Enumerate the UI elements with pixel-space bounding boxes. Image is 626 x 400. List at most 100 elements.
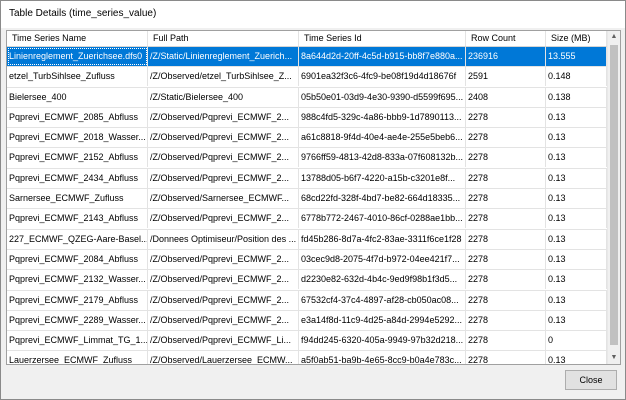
cell-time-series-name[interactable]: etzel_TurbSihlsee_Zufluss [7, 67, 148, 87]
cell-time-series-name[interactable]: Lauerzersee_ECMWF_Zufluss [7, 351, 148, 364]
cell-size-mb[interactable]: 0.13 [546, 351, 607, 364]
cell-size-mb[interactable]: 0.13 [546, 290, 607, 310]
cell-size-mb[interactable]: 0.13 [546, 310, 607, 330]
table-row[interactable]: Pqprevi_ECMWF_2289_Wasser.../Z/Observed/… [7, 310, 607, 332]
cell-full-path[interactable]: /Z/Observed/Pqprevi_ECMWF_2... [148, 290, 299, 310]
table-row[interactable]: Lauerzersee_ECMWF_Zufluss/Z/Observed/Lau… [7, 351, 607, 364]
table-row[interactable]: Pqprevi_ECMWF_2152_Abfluss/Z/Observed/Pq… [7, 148, 607, 169]
cell-size-mb[interactable]: 0.13 [546, 249, 607, 269]
cell-time-series-name[interactable]: Pqprevi_ECMWF_2289_Wasser... [7, 310, 148, 330]
chevron-down-icon[interactable]: ▼ [608, 352, 620, 364]
cell-time-series-name[interactable]: Pqprevi_ECMWF_2018_Wasser... [7, 128, 148, 148]
cell-row-count[interactable]: 2278 [466, 189, 546, 209]
cell-time-series-id[interactable]: e3a14f8d-11c9-4d25-a84d-2994e5292... [299, 310, 466, 330]
cell-time-series-id[interactable]: 03cec9d8-2075-4f7d-b972-04ee421f7... [299, 249, 466, 269]
vertical-scrollbar[interactable]: ▲ ▼ [607, 31, 620, 364]
cell-full-path[interactable]: /Z/Observed/Pqprevi_ECMWF_2... [148, 209, 299, 229]
cell-full-path[interactable]: /Z/Observed/Pqprevi_ECMWF_Li... [148, 331, 299, 351]
table-row[interactable]: Pqprevi_ECMWF_2084_Abfluss/Z/Observed/Pq… [7, 249, 607, 271]
cell-time-series-id[interactable]: 9766ff59-4813-42d8-833a-07f608132b... [299, 148, 466, 168]
column-header-time-series-id[interactable]: Time Series Id [299, 31, 466, 46]
cell-row-count[interactable]: 2278 [466, 107, 546, 127]
cell-size-mb[interactable]: 13.555 [546, 47, 607, 66]
cell-full-path[interactable]: /Z/Observed/Lauerzersee_ECMW... [148, 351, 299, 364]
cell-time-series-id[interactable]: 6778b772-2467-4010-86cf-0288ae1bb... [299, 209, 466, 229]
cell-time-series-name[interactable]: Pqprevi_ECMWF_2132_Wasser... [7, 270, 148, 290]
cell-size-mb[interactable]: 0.13 [546, 148, 607, 168]
cell-size-mb[interactable]: 0 [546, 331, 607, 351]
cell-full-path[interactable]: /Donnees Optimiseur/Position des ... [148, 229, 299, 249]
cell-row-count[interactable]: 2278 [466, 351, 546, 364]
cell-full-path[interactable]: /Z/Observed/Pqprevi_ECMWF_2... [148, 128, 299, 148]
cell-row-count[interactable]: 2591 [466, 67, 546, 87]
cell-row-count[interactable]: 2278 [466, 249, 546, 269]
cell-size-mb[interactable]: 0.148 [546, 67, 607, 87]
cell-full-path[interactable]: /Z/Static/Bielersee_400 [148, 87, 299, 107]
cell-time-series-id[interactable]: 67532cf4-37c4-4897-af28-cb050ac08... [299, 290, 466, 310]
cell-time-series-name[interactable]: Bielersee_400 [7, 87, 148, 107]
column-header-full-path[interactable]: Full Path [148, 31, 299, 46]
cell-time-series-id[interactable]: f94dd245-6320-405a-9949-97b32d218... [299, 331, 466, 351]
cell-size-mb[interactable]: 0.13 [546, 229, 607, 249]
table-row[interactable]: Linienreglement_Zuerichsee.dfs0/Z/Static… [7, 47, 607, 68]
cell-time-series-id[interactable]: 6901ea32f3c6-4fc9-be08f19d4d18676f [299, 67, 466, 87]
cell-row-count[interactable]: 2278 [466, 168, 546, 188]
cell-full-path[interactable]: /Z/Observed/Pqprevi_ECMWF_2... [148, 310, 299, 330]
cell-row-count[interactable]: 236916 [466, 47, 546, 66]
scrollbar-thumb[interactable] [610, 45, 618, 345]
cell-size-mb[interactable]: 0.13 [546, 209, 607, 229]
cell-time-series-name[interactable]: Pqprevi_ECMWF_2179_Abfluss [7, 290, 148, 310]
cell-time-series-name[interactable]: Pqprevi_ECMWF_2152_Abfluss [7, 148, 148, 168]
table-row[interactable]: etzel_TurbSihlsee_Zufluss/Z/Observed/etz… [7, 67, 607, 88]
cell-time-series-id[interactable]: a5f0ab51-ba9b-4e65-8cc9-b0a4e783c... [299, 351, 466, 364]
cell-size-mb[interactable]: 0.13 [546, 270, 607, 290]
cell-row-count[interactable]: 2408 [466, 87, 546, 107]
cell-size-mb[interactable]: 0.13 [546, 168, 607, 188]
cell-row-count[interactable]: 2278 [466, 290, 546, 310]
cell-row-count[interactable]: 2278 [466, 148, 546, 168]
table-row[interactable]: Pqprevi_ECMWF_2132_Wasser.../Z/Observed/… [7, 270, 607, 291]
column-header-size-mb[interactable]: Size (MB) [546, 31, 607, 46]
cell-time-series-id[interactable]: d2230e82-632d-4b4c-9ed9f98b1f3d5... [299, 270, 466, 290]
chevron-up-icon[interactable]: ▲ [608, 31, 620, 43]
cell-time-series-id[interactable]: 8a644d2d-20ff-4c5d-b915-bb8f7e880a... [299, 47, 466, 66]
cell-full-path[interactable]: /Z/Observed/Pqprevi_ECMWF_2... [148, 270, 299, 290]
cell-row-count[interactable]: 2278 [466, 209, 546, 229]
cell-time-series-name[interactable]: Sarnersee_ECMWF_Zufluss [7, 189, 148, 209]
cell-time-series-name[interactable]: Pqprevi_ECMWF_2143_Abfluss [7, 209, 148, 229]
cell-time-series-name[interactable]: Pqprevi_ECMWF_2434_Abfluss [7, 168, 148, 188]
cell-full-path[interactable]: /Z/Observed/Pqprevi_ECMWF_2... [148, 249, 299, 269]
cell-row-count[interactable]: 2278 [466, 270, 546, 290]
cell-size-mb[interactable]: 0.13 [546, 189, 607, 209]
table-row[interactable]: Pqprevi_ECMWF_2085_Abfluss/Z/Observed/Pq… [7, 107, 607, 129]
cell-row-count[interactable]: 2278 [466, 229, 546, 249]
table-row[interactable]: Bielersee_400/Z/Static/Bielersee_400 05b5… [7, 87, 607, 108]
cell-time-series-id[interactable]: 68cd22fd-328f-4bd7-be82-664d18335... [299, 189, 466, 209]
table-row[interactable]: Pqprevi_ECMWF_2018_Wasser.../Z/Observed/… [7, 128, 607, 149]
cell-time-series-name[interactable]: Linienreglement_Zuerichsee.dfs0 [7, 47, 148, 66]
cell-time-series-id[interactable]: 05b50e01-03d9-4e30-9390-d5599f695... [299, 87, 466, 107]
title-bar[interactable]: Table Details (time_series_value) [1, 1, 625, 28]
table-row[interactable]: Sarnersee_ECMWF_Zufluss/Z/Observed/Sarne… [7, 189, 607, 210]
cell-full-path[interactable]: /Z/Observed/Pqprevi_ECMWF_2... [148, 107, 299, 127]
cell-row-count[interactable]: 2278 [466, 310, 546, 330]
cell-size-mb[interactable]: 0.138 [546, 87, 607, 107]
table-row[interactable]: Pqprevi_ECMWF_2434_Abfluss/Z/Observed/Pq… [7, 168, 607, 190]
cell-full-path[interactable]: /Z/Observed/etzel_TurbSihlsee_Z... [148, 67, 299, 87]
cell-full-path[interactable]: /Z/Static/Linienreglement_Zuerich... [148, 47, 299, 66]
cell-row-count[interactable]: 2278 [466, 128, 546, 148]
cell-full-path[interactable]: /Z/Observed/Pqprevi_ECMWF_2... [148, 148, 299, 168]
time-series-grid[interactable]: Time Series Name Full Path Time Series I… [6, 30, 621, 365]
cell-full-path[interactable]: /Z/Observed/Sarnersee_ECMWF... [148, 189, 299, 209]
cell-time-series-name[interactable]: Pqprevi_ECMWF_2085_Abfluss [7, 107, 148, 127]
cell-full-path[interactable]: /Z/Observed/Pqprevi_ECMWF_2... [148, 168, 299, 188]
cell-size-mb[interactable]: 0.13 [546, 107, 607, 127]
cell-size-mb[interactable]: 0.13 [546, 128, 607, 148]
cell-time-series-id[interactable]: 988c4fd5-329c-4a86-bbb9-1d7890113... [299, 107, 466, 127]
cell-time-series-name[interactable]: Pqprevi_ECMWF_2084_Abfluss [7, 249, 148, 269]
cell-time-series-name[interactable]: 227_ECMWF_QZEG-Aare-Basel... [7, 229, 148, 249]
cell-time-series-id[interactable]: a61c8818-9f4d-40e4-ae4e-255e5beb6... [299, 128, 466, 148]
column-header-row-count[interactable]: Row Count [466, 31, 546, 46]
cell-row-count[interactable]: 2278 [466, 331, 546, 351]
close-button[interactable]: Close [565, 370, 617, 390]
